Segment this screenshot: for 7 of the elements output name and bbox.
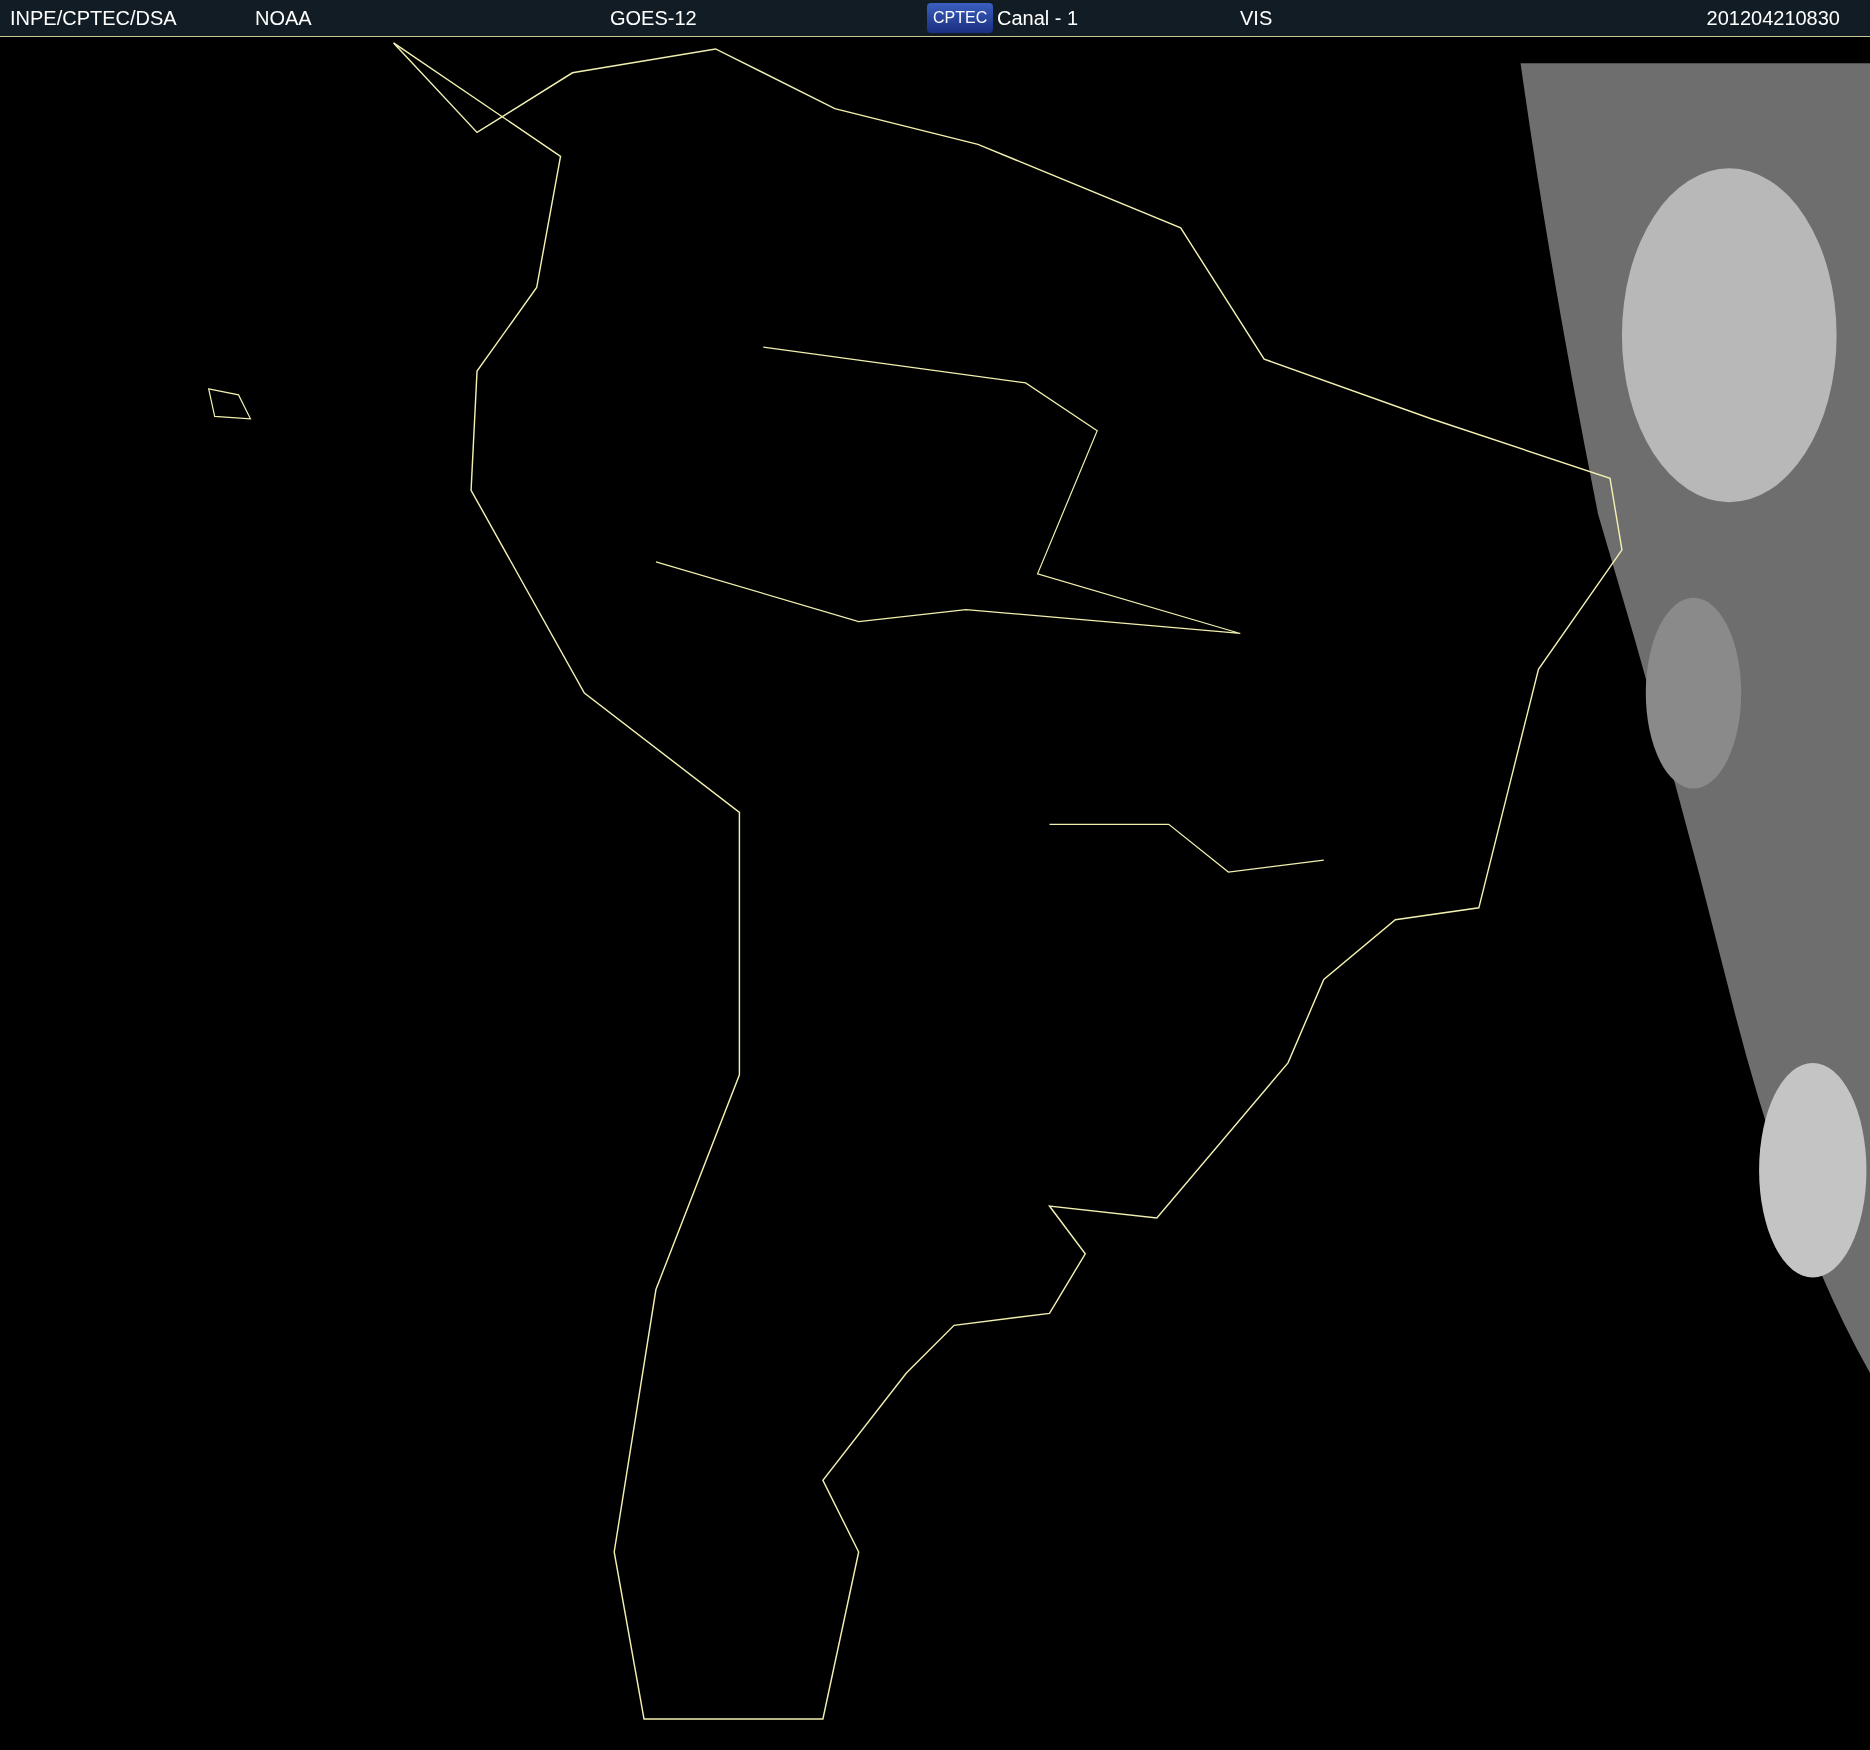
channel-label: Canal - 1: [997, 6, 1079, 30]
source-label: INPE/CPTEC/DSA: [10, 6, 177, 30]
agency-label: NOAA: [255, 6, 312, 30]
logo: CPTEC: [927, 3, 994, 33]
band-label: VIS: [1240, 6, 1273, 30]
satellite-label: GOES-12: [610, 6, 697, 30]
timestamp-label: 201204210830: [1706, 6, 1840, 30]
